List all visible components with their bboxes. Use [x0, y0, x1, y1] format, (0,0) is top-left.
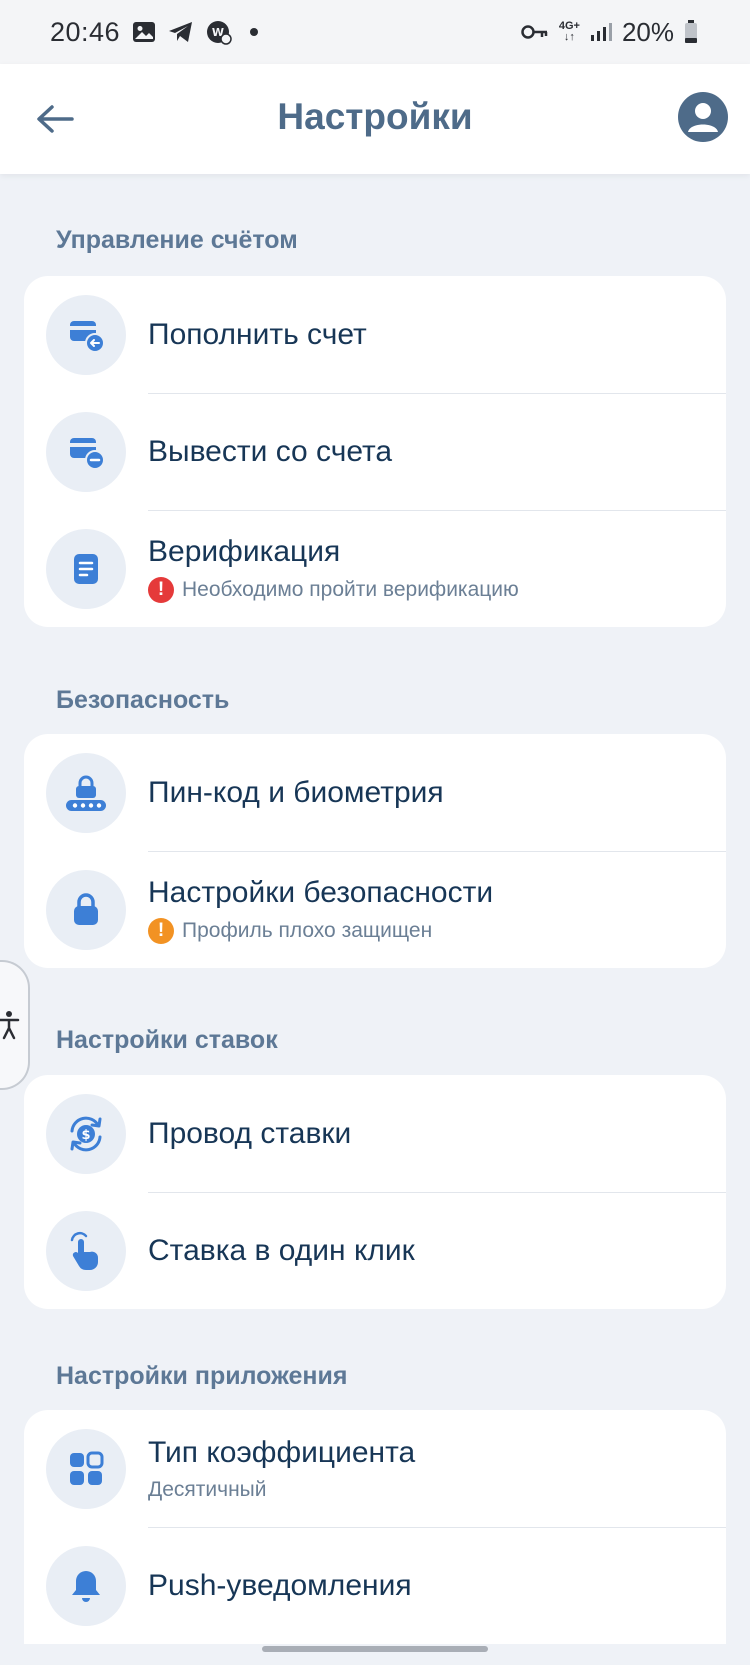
menu-item-text: Пин-код и биометрия [148, 776, 444, 810]
menu-item-label: Вывести со счета [148, 434, 393, 468]
telegram-icon [168, 21, 194, 43]
menu-item-one-click-bet[interactable]: Ставка в один клик [24, 1192, 726, 1309]
menu-item-text: Настройки безопасности ! Профиль плохо з… [148, 876, 493, 944]
card-account: Пополнить счет Вывести со счета Верифика… [24, 276, 726, 627]
menu-item-pin-biometry[interactable]: Пин-код и биометрия [24, 734, 726, 851]
page-title: Настройки [277, 96, 473, 137]
security-warning: ! Профиль плохо защищен [148, 917, 493, 944]
status-bar-left: 20:46 W [50, 16, 259, 48]
section-title-security: Безопасность [56, 686, 230, 714]
menu-item-withdraw[interactable]: Вывести со счета [24, 393, 726, 510]
status-bar-right: 4G+ ↓↑ 20% [521, 17, 698, 48]
menu-item-subtitle: Необходимо пройти верификацию [182, 577, 519, 601]
document-icon [46, 528, 126, 609]
battery-icon [684, 20, 698, 44]
app-notification-icon: W [206, 19, 232, 45]
menu-item-label: Тип коэффициента [148, 1435, 416, 1469]
menu-item-deposit[interactable]: Пополнить счет [24, 276, 726, 393]
menu-item-label: Провод ставки [148, 1116, 352, 1150]
menu-item-subtitle: Десятичный [148, 1477, 267, 1501]
menu-item-label: Верификация [148, 534, 341, 568]
menu-item-odds-type[interactable]: Тип коэффициента Десятичный [24, 1410, 726, 1527]
menu-item-text: Провод ставки [148, 1117, 351, 1151]
verification-warning: ! Необходимо пройти верификацию [148, 576, 519, 603]
money-cycle-icon: $ [46, 1093, 126, 1174]
bell-icon [46, 1545, 126, 1626]
home-indicator[interactable] [262, 1646, 488, 1652]
card-bets: $ Провод ставки Ставка в один клик [24, 1075, 726, 1309]
menu-item-text: Ставка в один клик [148, 1234, 415, 1268]
signal-icon [590, 22, 612, 42]
menu-item-text: Тип коэффициента Десятичный [148, 1436, 415, 1502]
lock-icon [46, 869, 126, 950]
app-header: Настройки [0, 64, 750, 174]
card-withdraw-icon [46, 411, 126, 492]
menu-item-label: Push-уведомления [148, 1568, 412, 1602]
accessibility-icon [0, 1011, 20, 1040]
network-type-label: 4G+ [558, 20, 580, 32]
image-icon [132, 21, 156, 43]
error-badge-icon: ! [148, 576, 174, 603]
section-title-app: Настройки приложения [56, 1362, 348, 1390]
menu-item-label: Пополнить счет [148, 317, 367, 351]
network-4g-icon: 4G+ ↓↑ [558, 20, 580, 43]
menu-item-value: Десятичный [148, 1478, 415, 1502]
dot-icon [250, 28, 259, 36]
menu-item-bet-wagering[interactable]: $ Провод ставки [24, 1075, 726, 1192]
section-title-bets: Настройки ставок [56, 1026, 278, 1054]
profile-button[interactable] [678, 92, 728, 142]
card-security: Пин-код и биометрия Настройки безопаснос… [24, 734, 726, 968]
user-avatar-icon [688, 103, 718, 132]
menu-item-text: Вывести со счета [148, 435, 392, 469]
menu-item-label: Пин-код и биометрия [148, 775, 444, 809]
tap-hand-icon [46, 1210, 126, 1291]
menu-item-text: Push-уведомления [148, 1569, 412, 1603]
vpn-key-icon [521, 24, 549, 40]
menu-item-label: Настройки безопасности [148, 875, 494, 909]
menu-item-subtitle: Профиль плохо защищен [182, 918, 433, 942]
card-deposit-icon [46, 294, 126, 375]
grid-icon [46, 1428, 126, 1509]
accessibility-handle[interactable] [0, 960, 30, 1090]
card-app-settings: Тип коэффициента Десятичный Push-уведомл… [24, 1410, 726, 1644]
status-bar: 20:46 W 4G+ ↓↑ 20% [0, 0, 750, 64]
menu-item-label: Ставка в один клик [148, 1233, 415, 1267]
menu-item-verification[interactable]: Верификация ! Необходимо пройти верифика… [24, 510, 726, 627]
svg-text:$: $ [81, 1128, 90, 1143]
menu-item-push-notifications[interactable]: Push-уведомления [24, 1527, 726, 1644]
warning-badge-icon: ! [148, 917, 174, 944]
menu-item-security-settings[interactable]: Настройки безопасности ! Профиль плохо з… [24, 851, 726, 968]
menu-item-text: Верификация ! Необходимо пройти верифика… [148, 535, 519, 603]
status-time: 20:46 [50, 16, 121, 47]
pin-lock-icon [46, 752, 126, 833]
section-title-account: Управление счётом [56, 226, 298, 254]
battery-percent: 20% [621, 16, 674, 47]
menu-item-text: Пополнить счет [148, 318, 367, 352]
